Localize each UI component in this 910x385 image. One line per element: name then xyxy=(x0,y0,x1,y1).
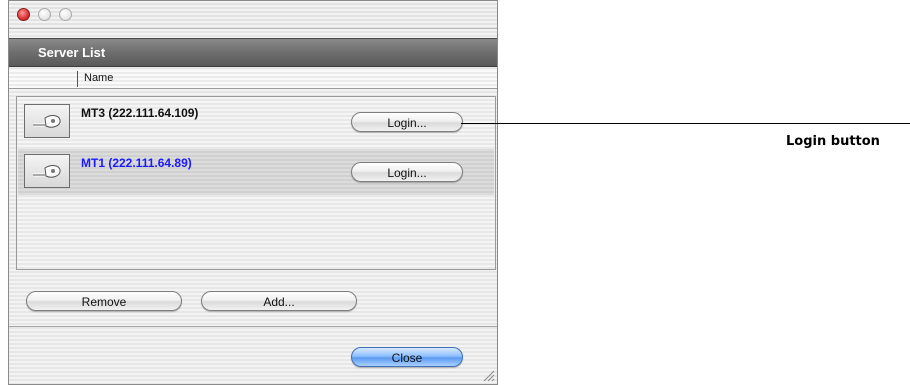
column-divider xyxy=(77,71,78,87)
column-header[interactable]: Name xyxy=(9,70,497,89)
header-title: Server List xyxy=(38,45,106,60)
title-bar[interactable] xyxy=(9,1,497,29)
zoom-window-icon[interactable] xyxy=(59,8,72,21)
remove-button[interactable]: Remove xyxy=(26,291,182,311)
server-key-icon xyxy=(24,154,70,188)
server-row-mt3[interactable]: MT3 (222.111.64.109) Login... xyxy=(18,99,494,145)
column-name-label: Name xyxy=(84,72,114,84)
server-key-icon xyxy=(24,104,70,138)
server-name: MT3 (222.111.64.109) xyxy=(81,106,199,120)
server-row-mt1[interactable]: MT1 (222.111.64.89) Login... xyxy=(18,149,494,195)
login-button-mt1[interactable]: Login... xyxy=(351,162,463,182)
login-button-mt3[interactable]: Login... xyxy=(351,112,463,132)
server-list[interactable]: MT3 (222.111.64.109) Login... MT1 (222.1… xyxy=(16,96,496,270)
bottom-divider xyxy=(9,326,497,327)
close-button[interactable]: Close xyxy=(351,347,463,367)
close-window-icon[interactable] xyxy=(17,8,30,21)
login-button-callout: Login button xyxy=(786,134,880,149)
minimize-window-icon[interactable] xyxy=(38,8,51,21)
add-button[interactable]: Add... xyxy=(201,291,357,311)
server-list-window: Server List Name MT3 (222.111.64.109) Lo… xyxy=(8,0,498,385)
callout-line xyxy=(461,123,910,124)
server-name: MT1 (222.111.64.89) xyxy=(81,156,192,170)
resize-grip-icon[interactable] xyxy=(481,368,495,382)
server-list-header: Server List xyxy=(9,38,497,67)
